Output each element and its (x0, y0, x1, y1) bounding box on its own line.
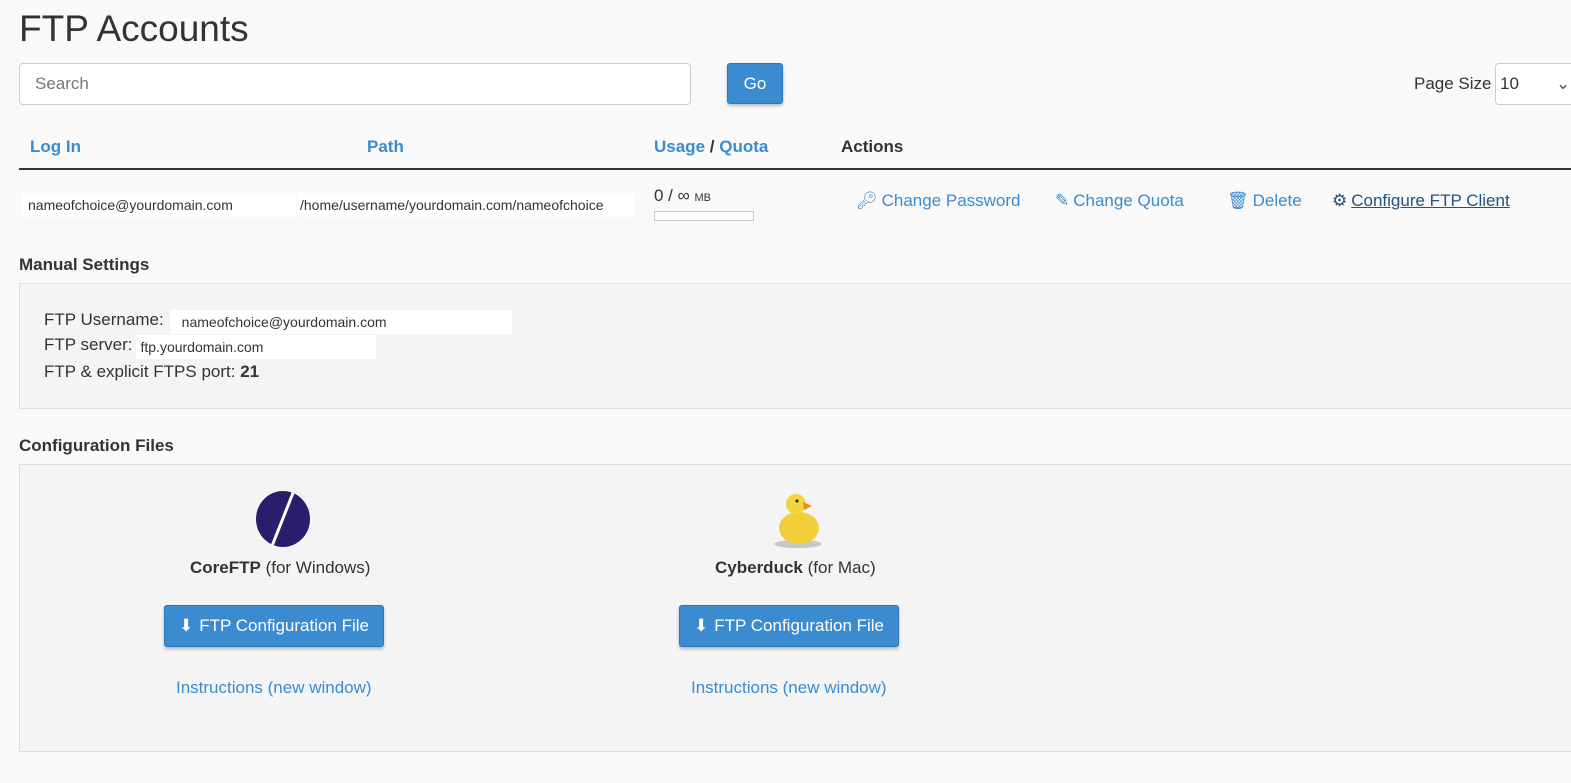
usage-value: 0 / ∞ (654, 186, 690, 205)
usage-cell: 0 / ∞ MB (654, 186, 711, 206)
cyberduck-logo-icon (774, 494, 822, 548)
header-actions: Actions (841, 137, 904, 156)
configure-ftp-client-link[interactable]: ⚙ Configure FTP Client (1332, 191, 1510, 211)
ftp-username-value: nameofchoice@yourdomain.com (169, 310, 512, 334)
coreftp-instructions-link[interactable]: Instructions (new window) (176, 678, 372, 698)
cyberduck-download-button[interactable]: ⬇ FTP Configuration File (679, 605, 900, 647)
header-path[interactable]: Path (367, 137, 404, 157)
download-icon: ⬇ (694, 616, 709, 635)
gear-icon: ⚙ (1332, 191, 1348, 210)
cyberduck-instructions-link[interactable]: Instructions (new window) (691, 678, 887, 698)
usage-unit: MB (694, 192, 711, 204)
header-login[interactable]: Log In (30, 137, 81, 157)
coreftp-label: CoreFTP (for Windows) (190, 558, 370, 578)
delete-label: Delete (1252, 191, 1302, 210)
chevron-down-icon: ⌄ (1556, 74, 1571, 93)
cyberduck-label: Cyberduck (for Mac) (715, 558, 876, 578)
change-password-label: Change Password (881, 191, 1021, 210)
login-cell: nameofchoice@yourdomain.com (22, 193, 296, 217)
usage-progress-bar (654, 211, 754, 221)
coreftp-name: CoreFTP (190, 558, 261, 577)
change-quota-link[interactable]: ✎ Change Quota (1055, 191, 1184, 211)
path-cell: /home/username/yourdomain.com/nameofchoi… (298, 193, 635, 217)
download-icon: ⬇ (179, 616, 194, 635)
coreftp-platform: (for Windows) (265, 558, 371, 577)
ftp-server-value: ftp.yourdomain.com (136, 335, 377, 359)
manual-settings-title: Manual Settings (19, 255, 150, 274)
pencil-icon: ✎ (1055, 191, 1070, 210)
change-quota-label: Change Quota (1073, 191, 1184, 210)
header-divider (19, 168, 1571, 170)
ftp-username-row: FTP Username: nameofchoice@yourdomain.com (44, 310, 512, 334)
ftp-port-row: FTP & explicit FTPS port: 21 (44, 362, 259, 382)
coreftp-logo-icon (256, 491, 310, 547)
change-password-link[interactable]: 🔑︎ Change Password (856, 191, 1021, 211)
trash-icon: 🗑︎ (1227, 191, 1249, 210)
delete-link[interactable]: 🗑︎ Delete (1227, 191, 1302, 211)
ftp-port-label: FTP & explicit FTPS port: (44, 362, 236, 381)
header-quota[interactable]: Quota (719, 137, 768, 156)
configuration-files-title: Configuration Files (19, 436, 174, 455)
search-input[interactable]: Search (19, 63, 691, 105)
key-icon: 🔑︎ (856, 191, 878, 210)
header-usage[interactable]: Usage (654, 137, 705, 156)
coreftp-download-button[interactable]: ⬇ FTP Configuration File (164, 605, 385, 647)
page-size-value: 10 (1500, 74, 1519, 93)
cyberduck-name: Cyberduck (715, 558, 803, 577)
ftp-server-label: FTP server: (44, 335, 133, 354)
cyberduck-platform: (for Mac) (807, 558, 876, 577)
page-title: FTP Accounts (19, 8, 249, 49)
ftp-server-row: FTP server: ftp.yourdomain.com (44, 335, 377, 359)
cyberduck-button-label: FTP Configuration File (714, 616, 885, 635)
ftp-username-label: FTP Username: (44, 310, 164, 329)
page-size-label: Page Size (1414, 74, 1492, 93)
coreftp-button-label: FTP Configuration File (199, 616, 370, 635)
page-size-select[interactable]: 10 ⌄ (1495, 63, 1571, 105)
configure-ftp-client-label: Configure FTP Client (1351, 191, 1510, 210)
ftp-port-value: 21 (240, 362, 260, 381)
header-slash: / (709, 137, 715, 156)
go-button[interactable]: Go (727, 63, 783, 104)
